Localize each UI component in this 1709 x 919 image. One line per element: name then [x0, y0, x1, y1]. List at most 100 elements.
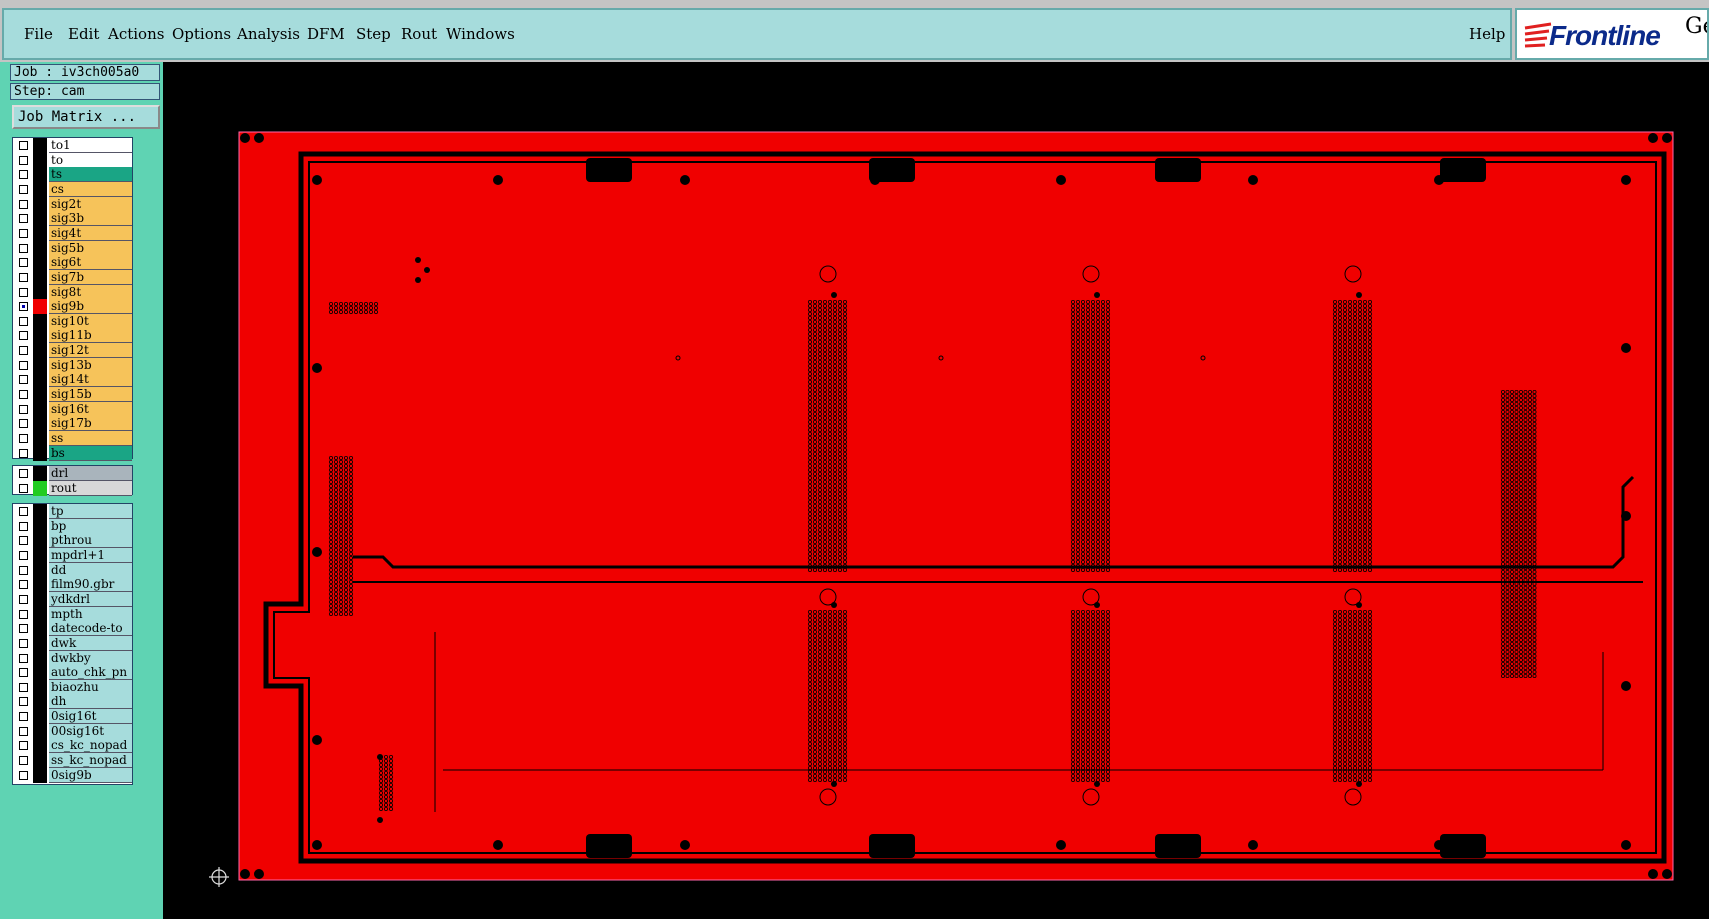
layer-checkbox[interactable] [19, 536, 28, 546]
pcb-board-view[interactable] [163, 62, 1709, 919]
menu-step[interactable]: Step [356, 25, 391, 43]
layer-checkbox[interactable] [19, 404, 28, 414]
layer-checkbox[interactable] [19, 390, 28, 400]
layer-name[interactable]: sig14t [49, 372, 132, 388]
layer-name[interactable]: pthrou [49, 533, 132, 549]
layer-color-swatch[interactable] [33, 343, 47, 359]
layer-name[interactable]: mpdrl+1 [49, 547, 132, 563]
layer-name[interactable]: sig10t [49, 313, 132, 329]
layer-name[interactable]: film90.gbr [49, 577, 132, 593]
layer-color-swatch[interactable] [33, 240, 47, 256]
layer-color-swatch[interactable] [33, 284, 47, 300]
layer-row-dd[interactable]: dd [13, 562, 132, 578]
graphics-canvas[interactable] [163, 62, 1709, 919]
layer-row-drl[interactable]: drl [13, 466, 132, 481]
layer-color-swatch[interactable] [33, 152, 47, 168]
layer-name[interactable]: auto_chk_pn [49, 665, 132, 681]
layer-checkbox[interactable] [19, 594, 28, 604]
menu-windows[interactable]: Windows [446, 25, 515, 43]
layer-name[interactable]: sig5b [49, 240, 132, 256]
layer-name[interactable]: ss_kc_nopad [49, 753, 132, 769]
layer-row-sig14t[interactable]: sig14t [13, 372, 132, 388]
layer-row-sig5b[interactable]: sig5b [13, 240, 132, 256]
layer-row-00sig16t[interactable]: 00sig16t [13, 723, 132, 739]
layer-row-sig17b[interactable]: sig17b [13, 416, 132, 432]
layer-name[interactable]: sig3b [49, 211, 132, 227]
layer-row-sig9b[interactable]: sig9b [13, 299, 132, 315]
layer-color-swatch[interactable] [33, 401, 47, 417]
layer-checkbox[interactable] [19, 726, 28, 736]
layer-checkbox[interactable] [19, 624, 28, 634]
layer-color-swatch[interactable] [33, 357, 47, 373]
layer-row-sig7b[interactable]: sig7b [13, 269, 132, 285]
layer-color-swatch[interactable] [33, 679, 47, 695]
layer-color-swatch[interactable] [33, 181, 47, 197]
layer-checkbox[interactable] [19, 770, 28, 780]
layer-color-swatch[interactable] [33, 299, 47, 315]
layer-name[interactable]: dwk [49, 635, 132, 651]
layer-color-swatch[interactable] [33, 269, 47, 285]
menu-analysis[interactable]: Analysis [237, 25, 300, 43]
layer-row-sig12t[interactable]: sig12t [13, 343, 132, 359]
layer-name[interactable]: tp [49, 504, 132, 519]
layer-checkbox[interactable] [19, 316, 28, 326]
layer-checkbox[interactable] [19, 712, 28, 722]
layer-row-biaozhu[interactable]: biaozhu [13, 679, 132, 695]
menu-actions[interactable]: Actions [108, 25, 164, 43]
layer-checkbox[interactable] [19, 141, 28, 150]
layer-checkbox[interactable] [19, 331, 28, 341]
layer-checkbox[interactable] [19, 375, 28, 385]
layer-checkbox[interactable] [19, 214, 28, 224]
layer-name[interactable]: mpth [49, 606, 132, 622]
layer-color-swatch[interactable] [33, 635, 47, 651]
job-matrix-button[interactable]: Job Matrix ... [12, 105, 160, 129]
layer-color-swatch[interactable] [33, 504, 47, 519]
layer-color-swatch[interactable] [33, 767, 47, 783]
layer-checkbox[interactable] [19, 302, 28, 312]
layer-name[interactable]: sig9b [49, 299, 132, 315]
layer-color-swatch[interactable] [33, 709, 47, 725]
layer-color-swatch[interactable] [33, 738, 47, 754]
layer-color-swatch[interactable] [33, 591, 47, 607]
layer-row-0sig16t[interactable]: 0sig16t [13, 709, 132, 725]
layer-checkbox[interactable] [19, 346, 28, 356]
layer-name[interactable]: sig17b [49, 416, 132, 432]
layer-name[interactable]: dwkby [49, 650, 132, 666]
layer-row-sig10t[interactable]: sig10t [13, 313, 132, 329]
menu-edit[interactable]: Edit [68, 25, 99, 43]
layer-row-datecode-to[interactable]: datecode-to [13, 621, 132, 637]
layer-row-mpdrl+1[interactable]: mpdrl+1 [13, 547, 132, 563]
layer-name[interactable]: bp [49, 518, 132, 534]
layer-checkbox[interactable] [19, 184, 28, 194]
layer-checkbox[interactable] [19, 170, 28, 180]
layer-color-swatch[interactable] [33, 445, 47, 461]
menu-rout[interactable]: Rout [401, 25, 437, 43]
layer-checkbox[interactable] [19, 653, 28, 663]
layer-checkbox[interactable] [19, 580, 28, 590]
layer-row-auto_chk_pn[interactable]: auto_chk_pn [13, 665, 132, 681]
layer-checkbox[interactable] [19, 609, 28, 619]
layer-name[interactable]: drl [49, 466, 132, 481]
layer-name[interactable]: sig8t [49, 284, 132, 300]
layer-row-0sig9b[interactable]: 0sig9b [13, 767, 132, 783]
layer-checkbox[interactable] [19, 287, 28, 297]
menu-options[interactable]: Options [172, 25, 231, 43]
layer-color-swatch[interactable] [33, 650, 47, 666]
layer-name[interactable]: rout [49, 480, 132, 496]
layer-color-swatch[interactable] [33, 313, 47, 329]
layer-checkbox[interactable] [19, 469, 28, 478]
layer-color-swatch[interactable] [33, 723, 47, 739]
layer-row-cs_kc_nopad[interactable]: cs_kc_nopad [13, 738, 132, 754]
layer-row-ydkdrl[interactable]: ydkdrl [13, 591, 132, 607]
layer-name[interactable]: 00sig16t [49, 723, 132, 739]
layer-checkbox[interactable] [19, 550, 28, 560]
layer-checkbox[interactable] [19, 483, 28, 493]
layer-checkbox[interactable] [19, 507, 28, 516]
layer-color-swatch[interactable] [33, 225, 47, 241]
layer-color-swatch[interactable] [33, 665, 47, 681]
layer-color-swatch[interactable] [33, 211, 47, 227]
layer-row-rout[interactable]: rout [13, 480, 132, 496]
layer-checkbox[interactable] [19, 521, 28, 531]
layer-name[interactable]: sig11b [49, 328, 132, 344]
layer-name[interactable]: sig16t [49, 401, 132, 417]
